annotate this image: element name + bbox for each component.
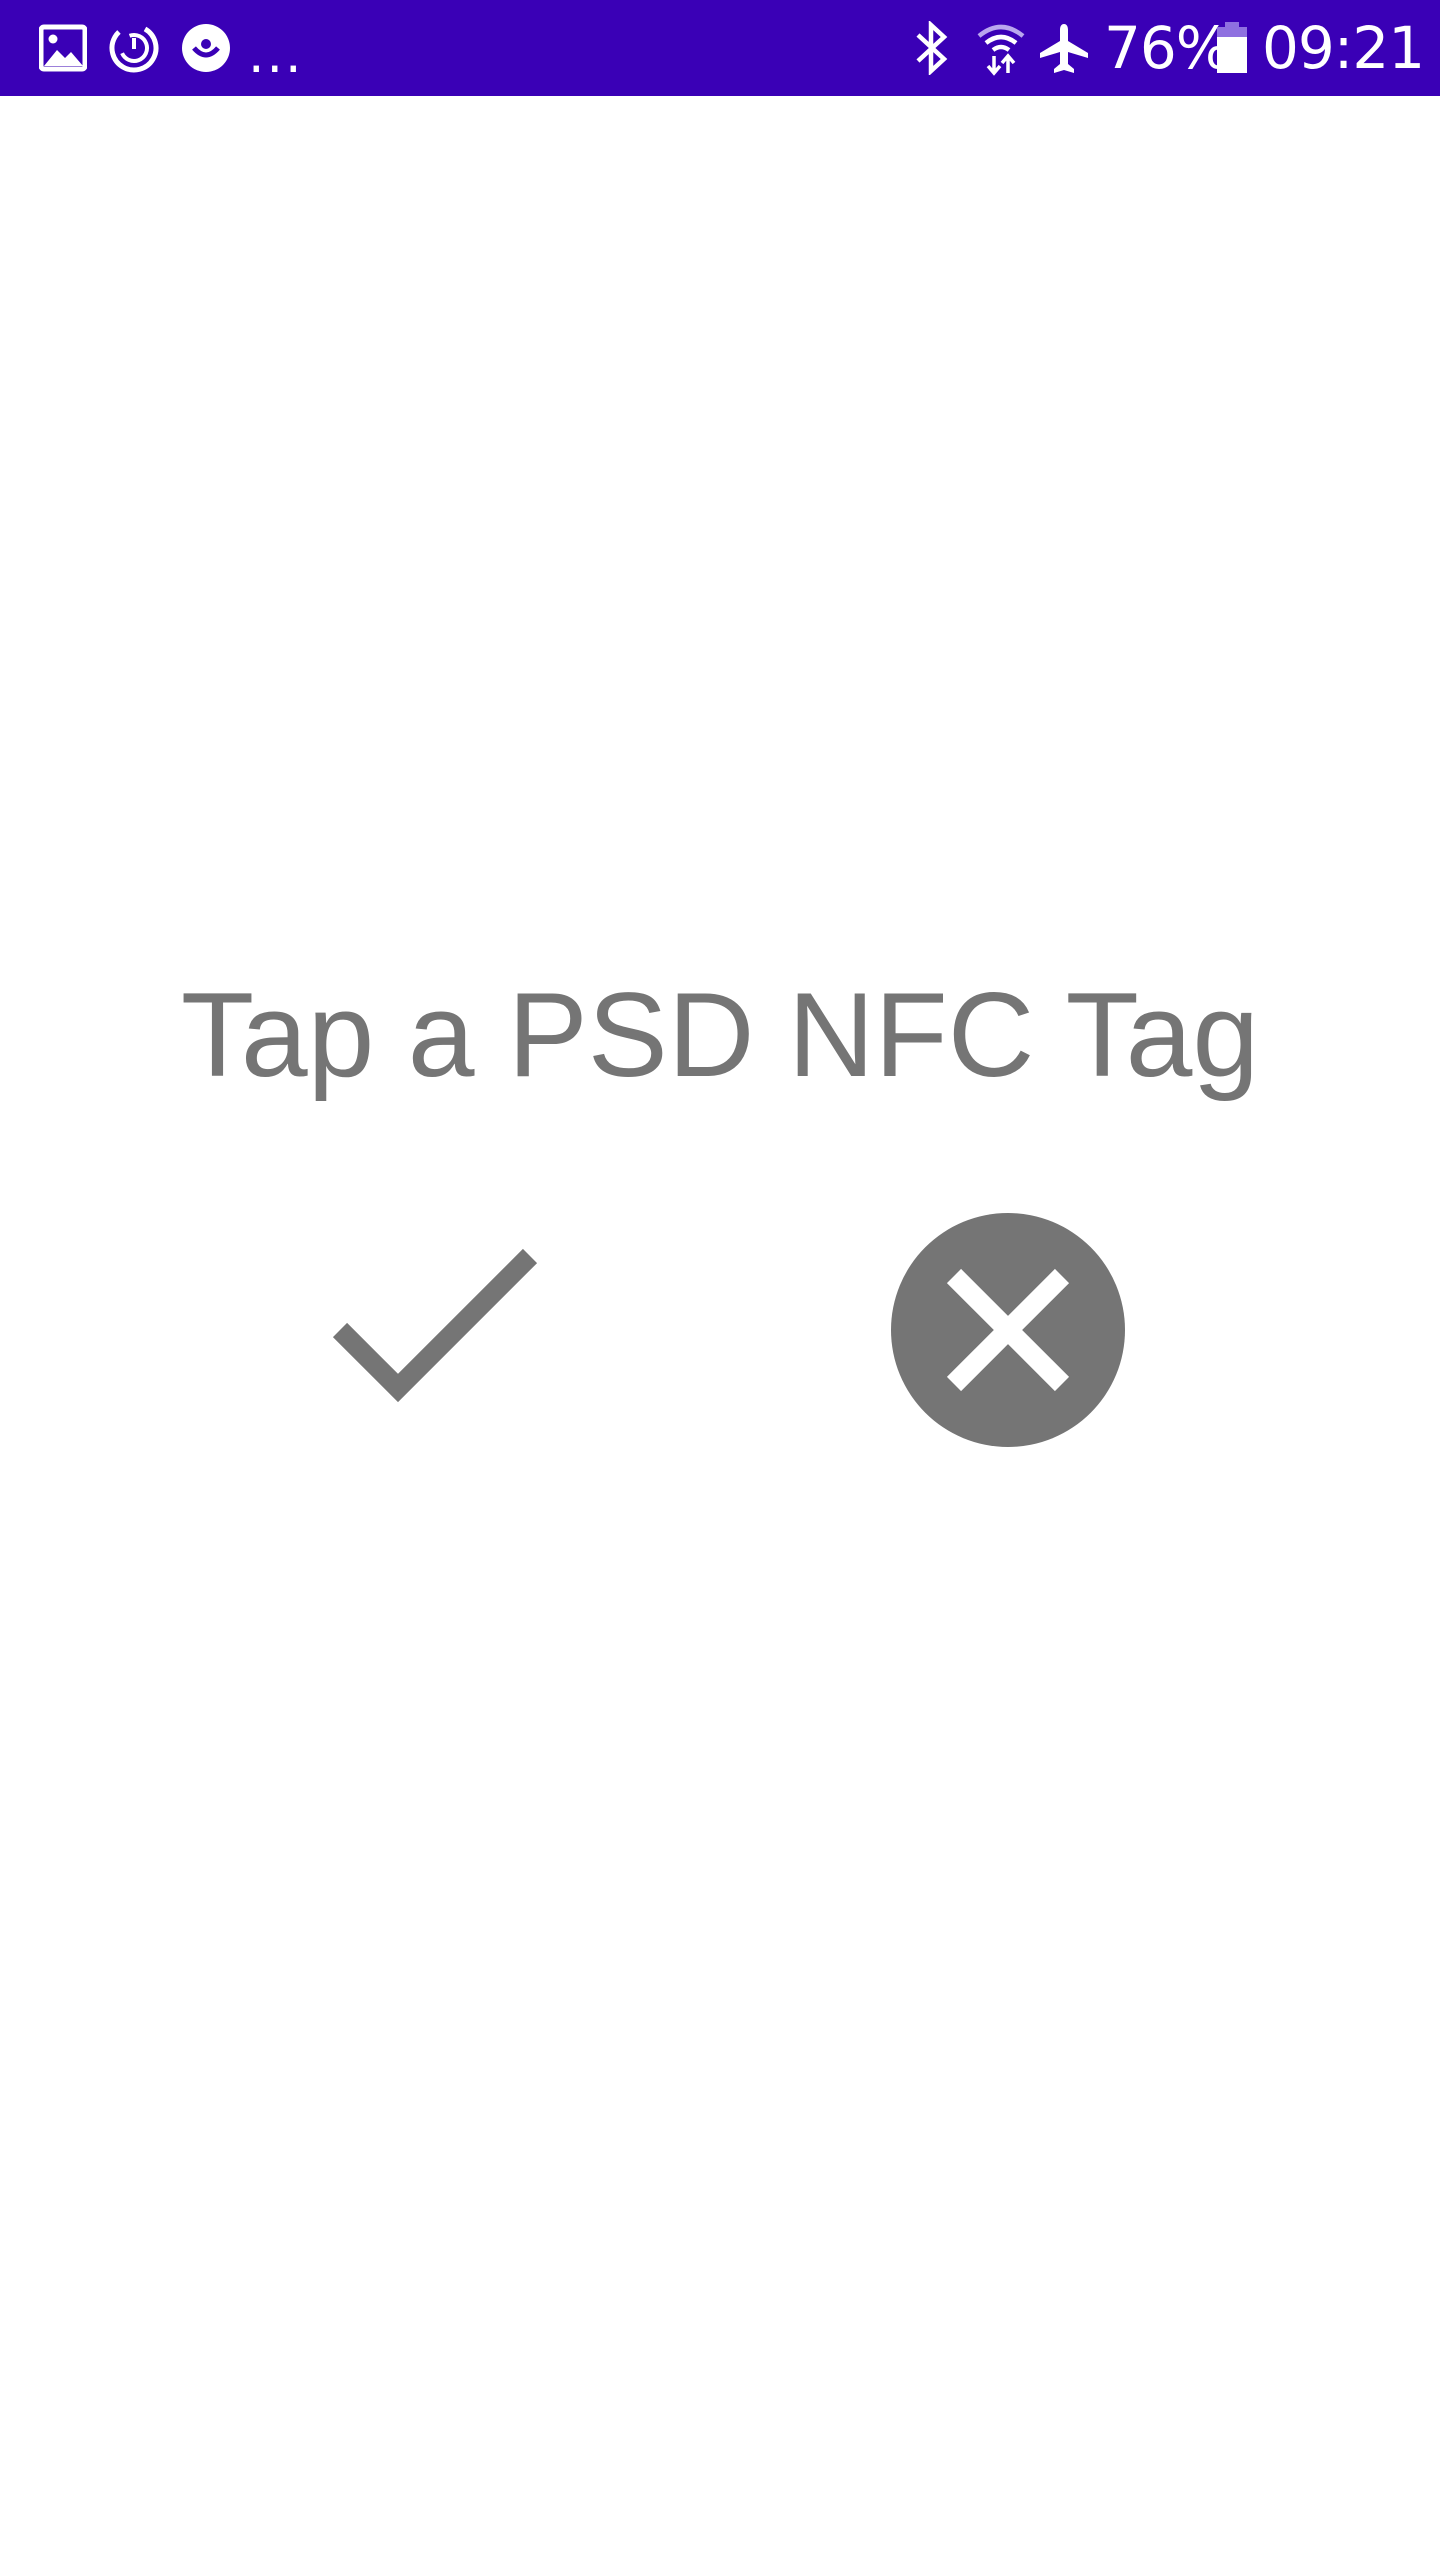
tap-nfc-tag-prompt: Tap a PSD NFC Tag — [180, 968, 1260, 1102]
gallery-icon — [36, 0, 90, 96]
airplane-icon — [1034, 0, 1094, 96]
face-icon — [178, 0, 234, 96]
more-notifications-indicator: ... — [248, 25, 304, 85]
clock: 09:21 — [1262, 14, 1425, 82]
sync-icon — [106, 0, 162, 96]
cancel-button[interactable] — [888, 1210, 1128, 1450]
cancel-circle-icon — [891, 1213, 1125, 1447]
checkmark-icon — [332, 1248, 538, 1403]
wifi-icon — [972, 0, 1030, 96]
confirm-button[interactable] — [310, 1230, 570, 1430]
battery-icon — [1212, 0, 1252, 96]
bluetooth-icon — [908, 0, 956, 96]
status-bar: ... 76% 09:21 — [0, 0, 1440, 96]
